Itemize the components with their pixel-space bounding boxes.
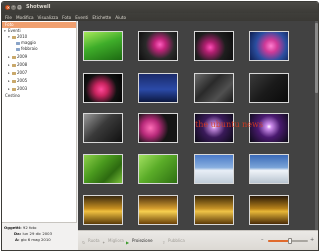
scrollbar-thumb[interactable]	[315, 23, 318, 93]
menu-file[interactable]: File	[5, 15, 12, 20]
objects-label: Oggetti:	[4, 225, 22, 230]
from-value: lun 29 dic 2003	[22, 231, 52, 236]
enhance-icon: ✦	[102, 239, 106, 245]
photo-thumbnail[interactable]	[83, 31, 123, 61]
photo-thumbnail[interactable]	[138, 31, 178, 61]
sidebar-item-label: maggio	[21, 40, 36, 45]
event-icon	[16, 47, 20, 51]
sidebar-item-label: 2009	[17, 54, 28, 59]
photo-thumbnail[interactable]	[249, 73, 289, 103]
sidebar: Foto ▾ Eventi ▾ 2010 maggio febbraio ▸ 2009…	[2, 21, 77, 230]
sidebar-item-cestino[interactable]: Cestino	[5, 93, 20, 99]
sidebar-item-2003[interactable]: ▸ 2003	[8, 86, 27, 92]
window-title: Shotwell	[26, 4, 51, 10]
zoom-in-icon[interactable]: +	[310, 238, 315, 243]
close-window-button[interactable]: ×	[5, 5, 10, 10]
vertical-scrollbar[interactable]	[315, 21, 318, 230]
sidebar-item-label: Foto	[5, 22, 14, 27]
publish-button[interactable]: ⇪ Pubblica	[162, 237, 185, 245]
enhance-label: Migliora	[108, 238, 124, 243]
photo-thumbnail[interactable]	[138, 113, 178, 143]
photo-thumbnail[interactable]	[83, 113, 123, 143]
sidebar-item-2009[interactable]: ▸ 2009	[8, 54, 27, 60]
to-label: A:	[15, 237, 20, 242]
objects-value: 92 foto	[22, 225, 37, 230]
folder-icon	[12, 55, 16, 59]
publish-icon: ⇪	[162, 239, 166, 245]
to-value: gio 6 mag 2010	[20, 237, 51, 242]
sidebar-item-febbraio[interactable]: febbraio	[16, 46, 38, 52]
sidebar-item-2008[interactable]: ▸ 2008	[8, 62, 27, 68]
event-icon	[16, 41, 20, 45]
play-icon: ▶	[126, 239, 130, 245]
sidebar-item-2007[interactable]: ▸ 2007	[8, 70, 27, 76]
folder-icon	[12, 35, 16, 39]
sidebar-item-label: febbraio	[21, 46, 38, 51]
photo-thumbnail[interactable]	[194, 154, 234, 184]
info-panel: Oggetti: 92 foto Da: lun 29 dic 2003 A: …	[2, 222, 77, 250]
photo-thumbnail[interactable]	[249, 31, 289, 61]
photo-thumbnail[interactable]	[194, 195, 234, 225]
photo-thumbnail[interactable]	[194, 73, 234, 103]
photo-thumbnail[interactable]	[249, 154, 289, 184]
shotwell-window: × – □ Shotwell File Modifica Visualizza …	[1, 1, 319, 251]
menu-bar: File Modifica Visualizza Foto Eventi Eti…	[2, 13, 318, 21]
maximize-window-button[interactable]: □	[17, 4, 22, 10]
rotate-icon: ↻	[82, 239, 86, 245]
sidebar-item-label: 2003	[17, 86, 28, 91]
zoom-slider-fill	[268, 240, 290, 242]
sidebar-item-label: 2007	[17, 70, 28, 75]
minimize-icon: –	[12, 4, 15, 9]
menu-foto[interactable]: Foto	[62, 15, 71, 20]
sidebar-item-label: 2010	[17, 34, 28, 39]
zoom-slider-handle[interactable]	[288, 238, 292, 244]
menu-aiuto[interactable]: Aiuto	[115, 15, 126, 20]
rotate-label: Ruota	[88, 238, 100, 243]
photo-thumbnail[interactable]	[83, 195, 123, 225]
slideshow-label: Proiezione	[132, 238, 153, 243]
photo-thumbnail[interactable]	[194, 31, 234, 61]
folder-icon	[12, 71, 16, 75]
menu-modifica[interactable]: Modifica	[16, 15, 34, 20]
maximize-icon: □	[17, 4, 22, 9]
menu-eventi[interactable]: Eventi	[75, 15, 88, 20]
bottom-toolbar: ↻ Ruota ✦ Migliora ▶ Proiezione ⇪ Pubblica –…	[78, 230, 318, 250]
photo-grid: the ubuntu news	[78, 21, 318, 230]
menu-visualizza[interactable]: Visualizza	[38, 15, 59, 20]
zoom-slider[interactable]	[268, 238, 308, 244]
sidebar-item-2005[interactable]: ▸ 2005	[8, 78, 27, 84]
sidebar-item-label: 2005	[17, 78, 28, 83]
sidebar-item-label: 2008	[17, 62, 28, 67]
folder-icon	[12, 63, 16, 67]
sidebar-item-label: Eventi	[8, 28, 21, 33]
folder-icon	[12, 79, 16, 83]
photo-thumbnail[interactable]	[138, 154, 178, 184]
minimize-window-button[interactable]: –	[11, 4, 16, 10]
zoom-out-icon[interactable]: –	[261, 238, 266, 243]
menu-etichette[interactable]: Etichette	[92, 15, 111, 20]
photo-thumbnail[interactable]	[138, 73, 178, 103]
slideshow-button[interactable]: ▶ Proiezione	[126, 237, 153, 245]
photo-thumbnail[interactable]	[83, 154, 123, 184]
publish-label: Pubblica	[168, 238, 185, 243]
photo-thumbnail[interactable]	[83, 73, 123, 103]
photo-thumbnail[interactable]	[249, 195, 289, 225]
from-label: Da:	[14, 231, 22, 236]
enhance-button[interactable]: ✦ Migliora	[102, 237, 124, 245]
watermark-text: the ubuntu news	[195, 120, 263, 129]
sidebar-item-label: Cestino	[5, 93, 20, 98]
title-bar[interactable]: × – □ Shotwell	[2, 2, 318, 13]
folder-icon	[12, 87, 16, 91]
photo-thumbnail[interactable]	[138, 195, 178, 225]
rotate-button[interactable]: ↻ Ruota	[82, 237, 100, 245]
